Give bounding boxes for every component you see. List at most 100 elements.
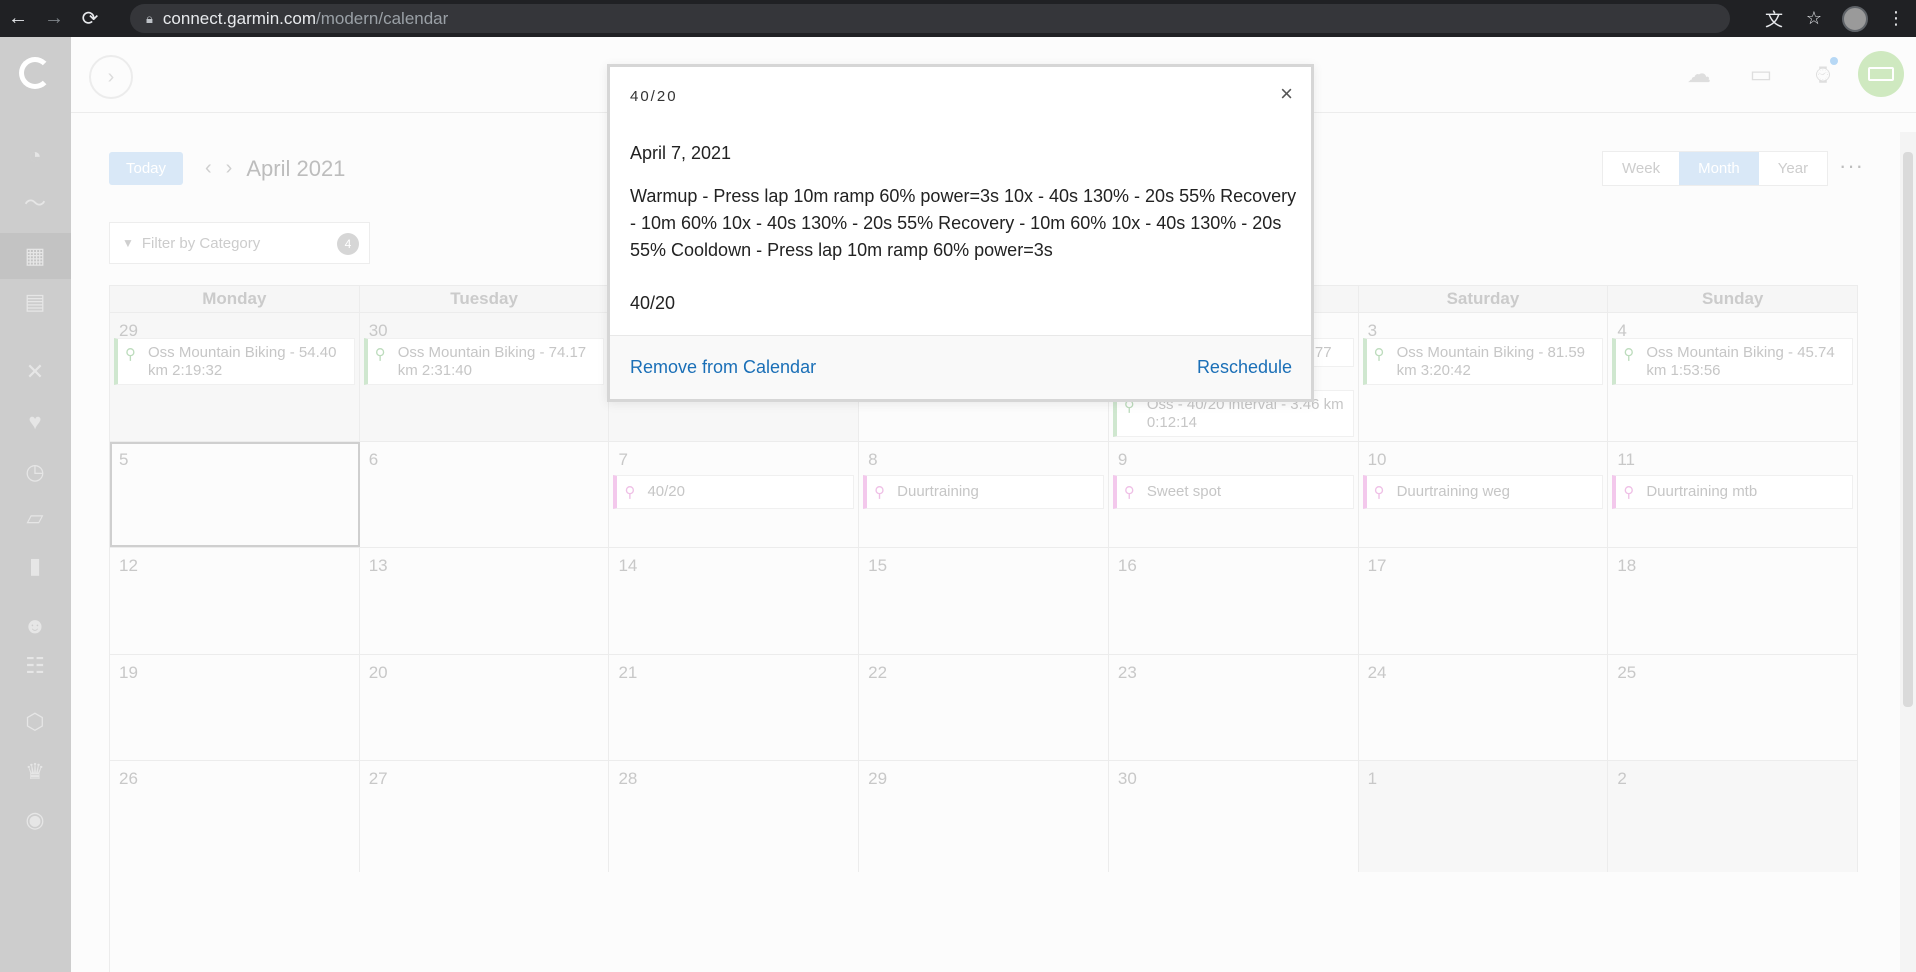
back-icon[interactable]: ←	[0, 0, 36, 37]
day-cell[interactable]: 4 ⚲ Oss Mountain Biking - 45.74 km 1:53:56	[1608, 313, 1859, 441]
day-cell[interactable]: 19	[110, 655, 360, 760]
event-label: Duurtraining mtb	[1646, 483, 1758, 500]
bike-icon: ⚲	[1373, 346, 1385, 363]
day-cell[interactable]: 29	[859, 761, 1109, 872]
day-cell[interactable]: 23	[1109, 655, 1359, 760]
day-cell[interactable]: 28	[609, 761, 860, 872]
url-host: connect.garmin.com	[162, 8, 316, 28]
day-cell[interactable]: 22	[859, 655, 1109, 760]
star-icon[interactable]: ☆	[1794, 0, 1834, 37]
day-cell[interactable]: 1	[1358, 761, 1609, 872]
planned-workout[interactable]: ⚲ Duurtraining weg	[1362, 475, 1604, 509]
next-month-icon[interactable]: ›	[226, 157, 233, 180]
day-cell[interactable]: 10 ⚲ Duurtraining weg	[1359, 442, 1609, 547]
sidebar: ◔ 〜 ▦ ▤ ✕ ♥ ◷ ▱ ▮ ☻ ☷ ⬡ ♛ ◉	[0, 37, 71, 972]
connections-icon[interactable]: ☻	[22, 613, 48, 639]
day-cell[interactable]: 29 ⚲ Oss Mountain Biking - 54.40 km 2:19:3…	[110, 313, 360, 441]
address-bar[interactable]: 🔒︎ connect.garmin.com/modern/calendar	[130, 4, 1730, 33]
reports-icon[interactable]: ▮	[22, 553, 48, 579]
planned-workout[interactable]: ⚲ Duurtraining mtb	[1612, 475, 1854, 509]
day-cell[interactable]: 14	[609, 548, 860, 654]
day-number: 5	[119, 450, 129, 469]
planned-workout[interactable]: ⚲ Sweet spot	[1112, 475, 1354, 509]
translate-icon[interactable]: 文	[1754, 0, 1794, 37]
more-options-icon[interactable]: ···	[1839, 153, 1864, 179]
inbox-icon[interactable]: ▭	[1730, 49, 1792, 99]
day-number: 2	[1617, 769, 1627, 788]
challenges-trophy-icon[interactable]: ♛	[22, 759, 48, 785]
activity-entry[interactable]: ⚲ Oss Mountain Biking - 45.74 km 1:53:56	[1612, 338, 1854, 385]
calendar-icon[interactable]: ▦	[22, 243, 48, 269]
day-cell[interactable]: 11 ⚲ Duurtraining mtb	[1608, 442, 1859, 547]
day-cell[interactable]: 6	[360, 442, 610, 547]
event-label: Oss Mountain Biking - 45.74 km 1:53:56	[1646, 344, 1835, 379]
day-cell[interactable]: 13	[360, 548, 610, 654]
reload-icon[interactable]: ⟳	[72, 0, 108, 37]
activity-entry[interactable]: ⚲ Oss Mountain Biking - 74.17 km 2:31:40	[363, 338, 605, 385]
day-cell[interactable]: 2	[1608, 761, 1859, 872]
prev-month-icon[interactable]: ‹	[205, 157, 212, 180]
modal-title: 40/20	[630, 88, 678, 105]
page-scrollbar[interactable]	[1900, 132, 1916, 972]
badges-icon[interactable]: ⬡	[22, 709, 48, 735]
reschedule-link[interactable]: Reschedule	[1197, 357, 1292, 378]
planned-workout[interactable]: ⚲ Duurtraining	[863, 475, 1104, 509]
remove-from-calendar-link[interactable]: Remove from Calendar	[630, 357, 816, 378]
close-icon[interactable]: ×	[1280, 81, 1293, 107]
browser-profile-avatar[interactable]	[1842, 5, 1868, 32]
day-cell[interactable]: 5	[110, 442, 360, 547]
expand-sidebar-button[interactable]: ›	[89, 55, 133, 99]
day-cell[interactable]: 8 ⚲ Duurtraining	[859, 442, 1109, 547]
day-number: 14	[618, 556, 638, 575]
planned-workout[interactable]: ⚲ 40/20	[613, 475, 855, 509]
day-cell[interactable]: 9 ⚲ Sweet spot	[1109, 442, 1359, 547]
today-button[interactable]: Today	[109, 152, 183, 185]
day-cell[interactable]: 7 ⚲ 40/20	[609, 442, 860, 547]
view-week-button[interactable]: Week	[1603, 152, 1679, 185]
day-cell[interactable]: 30	[1109, 761, 1359, 872]
day-cell[interactable]: 20	[360, 655, 610, 760]
browser-menu-icon[interactable]: ⋮	[1876, 0, 1916, 37]
day-cell[interactable]: 18	[1608, 548, 1859, 654]
news-icon[interactable]: ▤	[22, 289, 48, 315]
day-cell[interactable]: 17	[1359, 548, 1609, 654]
day-number: 30	[1117, 769, 1137, 788]
training-icon[interactable]: ✕	[22, 359, 48, 385]
activity-entry[interactable]: 77	[1308, 338, 1354, 367]
day-cell[interactable]: 12	[110, 548, 360, 654]
forward-icon[interactable]: →	[36, 0, 72, 37]
view-year-button[interactable]: Year	[1759, 152, 1827, 185]
stopwatch-icon[interactable]: ◷	[22, 459, 48, 485]
day-cell[interactable]: 30 ⚲ Oss Mountain Biking - 74.17 km 2:31:4…	[359, 313, 610, 441]
view-month-button[interactable]: Month	[1679, 152, 1759, 185]
device-watch-icon[interactable]: ⌚︎	[1792, 49, 1854, 99]
upload-cloud-icon[interactable]: ☁	[1668, 49, 1730, 99]
lock-icon: 🔒︎	[146, 10, 153, 26]
activity-entry[interactable]: ⚲ Oss Mountain Biking - 81.59 km 3:20:42	[1362, 338, 1604, 385]
user-avatar[interactable]	[1858, 51, 1904, 97]
activity-entry[interactable]: ⚲ Oss Mountain Biking - 54.40 km 2:19:32	[114, 338, 355, 385]
workout-detail-modal: 40/20 × April 7, 2021 Warmup - Press lap…	[607, 64, 1314, 402]
day-cell[interactable]: 15	[859, 548, 1109, 654]
week-row: 12 13 14 15 16 17 18	[110, 547, 1859, 654]
groups-icon[interactable]: ☷	[22, 653, 48, 679]
scrollbar-thumb[interactable]	[1903, 152, 1913, 707]
day-cell[interactable]: 24	[1359, 655, 1609, 760]
gear-shoe-icon[interactable]: ▱	[22, 505, 48, 531]
day-cell[interactable]: 27	[360, 761, 610, 872]
health-heart-icon[interactable]: ♥	[22, 409, 48, 435]
day-number: 26	[119, 769, 138, 788]
day-cell[interactable]: 21	[609, 655, 860, 760]
day-cell[interactable]: 25	[1608, 655, 1859, 760]
day-cell[interactable]: 3 ⚲ Oss Mountain Biking - 81.59 km 3:20:42	[1359, 313, 1609, 441]
garmin-logo-icon[interactable]	[19, 57, 51, 89]
day-cell[interactable]: 16	[1109, 548, 1359, 654]
modal-date: April 7, 2021	[630, 143, 732, 163]
event-label: Oss Mountain Biking - 54.40 km 2:19:32	[148, 344, 337, 379]
activities-icon[interactable]: 〜	[22, 189, 48, 216]
day-number: 28	[618, 769, 638, 788]
insights-icon[interactable]: ◉	[22, 807, 48, 833]
dashboard-icon[interactable]: ◔	[22, 143, 48, 169]
day-cell[interactable]: 26	[110, 761, 360, 872]
category-filter[interactable]: ▼ Filter by Category 4	[109, 222, 370, 264]
